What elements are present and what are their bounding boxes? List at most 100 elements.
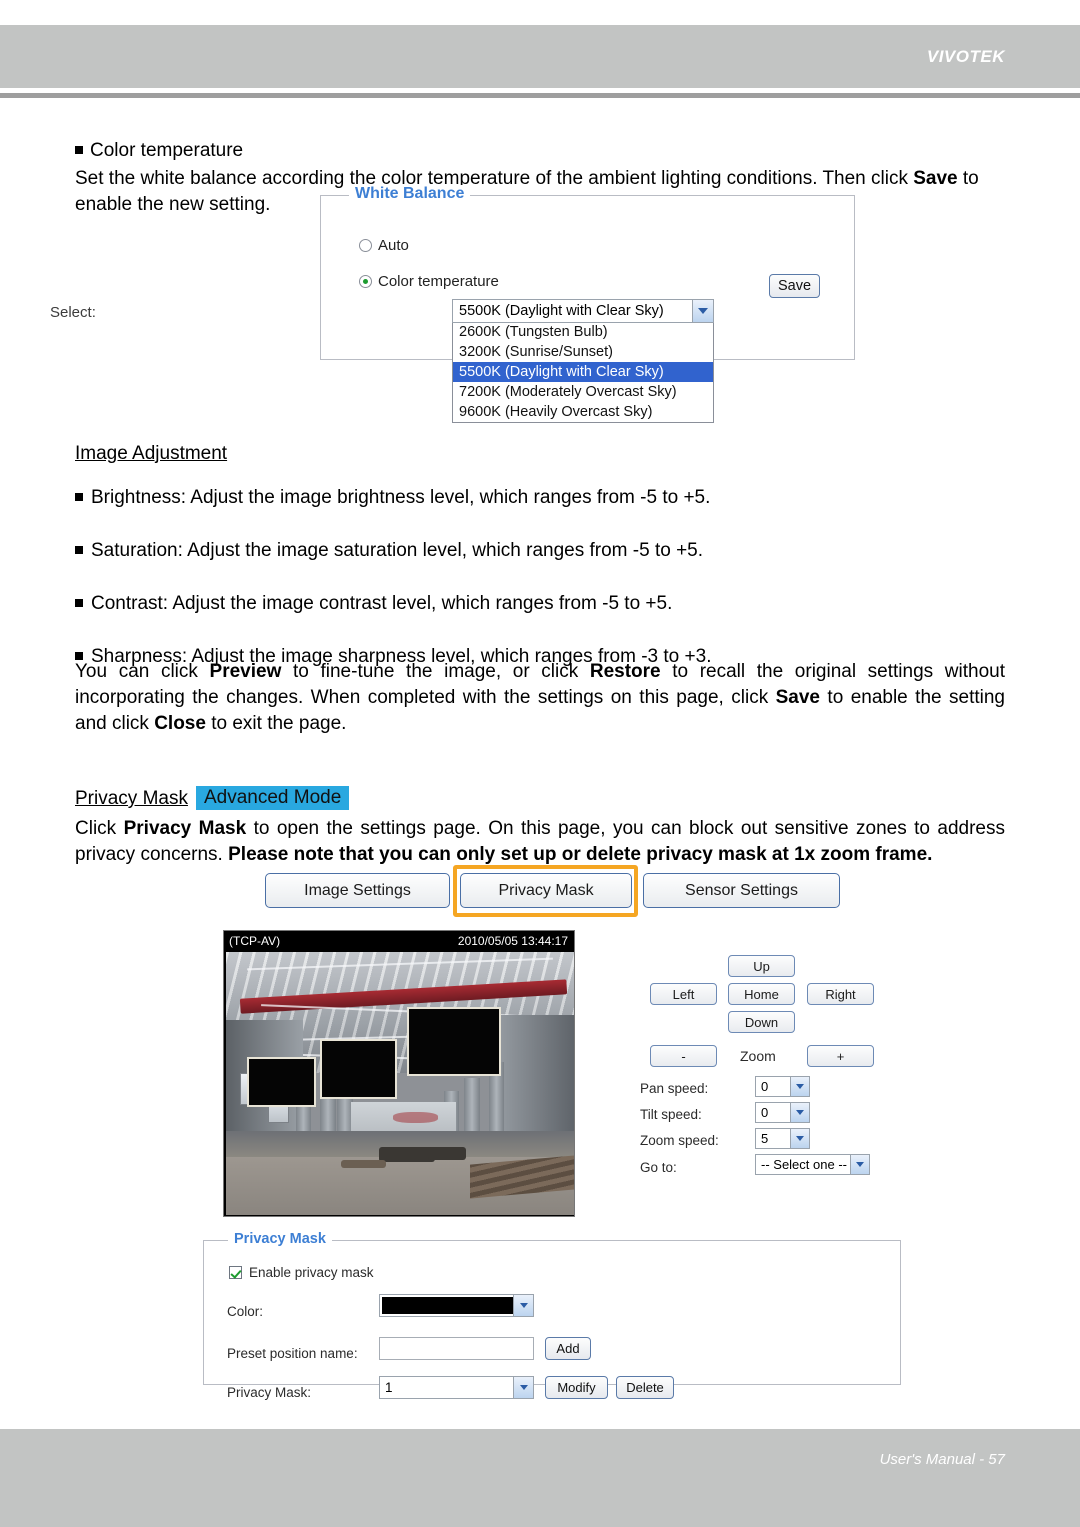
desc-part-1: Set the white balance according the colo… bbox=[75, 168, 914, 189]
para-seg-2: to fine-tune the image, or click bbox=[281, 661, 590, 682]
enable-privacy-mask-label: Enable privacy mask bbox=[249, 1265, 374, 1280]
privacy-mask-panel-legend: Privacy Mask bbox=[228, 1231, 332, 1247]
camera-overlay-bar: (TCP-AV) 2010/05/05 13:44:17 bbox=[224, 931, 574, 951]
ptz-control-panel: Up Left Home Right Down - Zoom + Pan spe… bbox=[640, 955, 890, 1185]
ptz-up-button[interactable]: Up bbox=[728, 955, 795, 977]
chevron-down-icon[interactable] bbox=[790, 1129, 809, 1148]
header-divider bbox=[0, 93, 1080, 98]
goto-select[interactable]: -- Select one -- bbox=[755, 1154, 870, 1175]
bullet-square-icon bbox=[75, 146, 83, 154]
image-adjustment-heading-wrap: Image Adjustment bbox=[75, 443, 227, 465]
para-bold-restore: Restore bbox=[589, 661, 661, 682]
mask-color-select[interactable] bbox=[379, 1294, 534, 1317]
chevron-down-icon[interactable] bbox=[513, 1377, 533, 1398]
radio-auto[interactable]: Auto bbox=[359, 237, 409, 254]
zoom-label: Zoom bbox=[740, 1048, 776, 1064]
privacy-mask-rect[interactable] bbox=[319, 1038, 397, 1100]
camera-image[interactable] bbox=[226, 952, 574, 1215]
stream-protocol-label: (TCP-AV) bbox=[229, 934, 281, 948]
preset-position-name-label: Preset position name: bbox=[227, 1346, 358, 1361]
add-preset-button[interactable]: Add bbox=[545, 1337, 591, 1360]
radio-color-temperature[interactable]: Color temperature bbox=[359, 273, 499, 290]
pm-bold-privacy-mask: Privacy Mask bbox=[123, 818, 247, 839]
bullet-saturation: Saturation: Adjust the image saturation … bbox=[75, 538, 1005, 564]
option-item[interactable]: 2600K (Tungsten Bulb) bbox=[453, 322, 713, 342]
select-label: Select: bbox=[50, 304, 96, 321]
bullet-brightness: Brightness: Adjust the image brightness … bbox=[75, 485, 1005, 511]
color-temperature-select[interactable]: 5500K (Daylight with Clear Sky) bbox=[452, 299, 714, 323]
pan-speed-label: Pan speed: bbox=[640, 1081, 709, 1096]
tab-privacy-mask[interactable]: Privacy Mask bbox=[460, 873, 632, 908]
zoom-speed-select[interactable]: 5 bbox=[755, 1128, 810, 1149]
settings-tab-bar: Image Settings Privacy Mask Sensor Setti… bbox=[265, 865, 840, 917]
image-adjustment-bullets: Brightness: Adjust the image brightness … bbox=[75, 485, 1005, 670]
camera-preview[interactable]: (TCP-AV) 2010/05/05 13:44:17 bbox=[223, 930, 575, 1217]
enable-privacy-mask-checkbox[interactable]: Enable privacy mask bbox=[229, 1265, 374, 1280]
zoom-in-button[interactable]: + bbox=[807, 1045, 874, 1067]
tab-image-settings[interactable]: Image Settings bbox=[265, 873, 450, 908]
tilt-speed-select[interactable]: 0 bbox=[755, 1102, 810, 1123]
radio-color-temperature-icon[interactable] bbox=[359, 275, 372, 288]
color-temperature-option-list[interactable]: 2600K (Tungsten Bulb) 3200K (Sunrise/Sun… bbox=[452, 322, 714, 423]
pan-speed-value: 0 bbox=[761, 1079, 769, 1094]
pan-speed-select[interactable]: 0 bbox=[755, 1076, 810, 1097]
radio-color-temperature-label: Color temperature bbox=[378, 273, 499, 290]
checkbox-checked-icon[interactable] bbox=[229, 1266, 242, 1279]
color-temperature-select-value: 5500K (Daylight with Clear Sky) bbox=[459, 303, 664, 319]
zoom-out-button[interactable]: - bbox=[650, 1045, 717, 1067]
camera-timestamp: 2010/05/05 13:44:17 bbox=[457, 934, 568, 948]
ptz-home-button[interactable]: Home bbox=[728, 983, 795, 1005]
privacy-mask-link[interactable]: Privacy Mask bbox=[75, 788, 188, 810]
option-item[interactable]: 3200K (Sunrise/Sunset) bbox=[453, 342, 713, 362]
color-swatch bbox=[382, 1297, 513, 1314]
privacy-mask-rect[interactable] bbox=[406, 1007, 501, 1076]
tilt-speed-value: 0 bbox=[761, 1105, 769, 1120]
zoom-speed-value: 5 bbox=[761, 1131, 769, 1146]
privacy-mask-select-value: 1 bbox=[385, 1380, 393, 1395]
tilt-speed-label: Tilt speed: bbox=[640, 1107, 702, 1122]
radio-auto-label: Auto bbox=[378, 237, 409, 254]
delete-mask-button[interactable]: Delete bbox=[616, 1376, 674, 1399]
ptz-left-button[interactable]: Left bbox=[650, 983, 717, 1005]
privacy-mask-paragraph-wrap: Click Privacy Mask to open the settings … bbox=[75, 816, 1005, 868]
para-seg-1: You can click bbox=[75, 661, 210, 682]
ptz-down-button[interactable]: Down bbox=[728, 1011, 795, 1033]
para-bold-close: Close bbox=[154, 713, 206, 734]
para-bold-save: Save bbox=[775, 687, 820, 708]
chevron-down-icon[interactable] bbox=[692, 300, 713, 322]
modify-mask-button[interactable]: Modify bbox=[545, 1376, 608, 1399]
bullet-contrast: Contrast: Adjust the image contrast leve… bbox=[75, 591, 1005, 617]
chevron-down-icon[interactable] bbox=[790, 1103, 809, 1122]
pm-seg-1: Click bbox=[75, 818, 124, 839]
preset-position-name-input[interactable] bbox=[379, 1337, 534, 1360]
white-balance-save-button[interactable]: Save bbox=[769, 274, 820, 298]
bullet-square-icon bbox=[75, 599, 83, 607]
para-seg-5: to exit the page. bbox=[205, 713, 347, 734]
privacy-mask-select[interactable]: 1 bbox=[379, 1376, 534, 1399]
tab-sensor-settings[interactable]: Sensor Settings bbox=[643, 873, 840, 908]
privacy-mask-paragraph: Click Privacy Mask to open the settings … bbox=[75, 816, 1005, 868]
option-item[interactable]: 9600K (Heavily Overcast Sky) bbox=[453, 402, 713, 422]
bullet-saturation-text: Saturation: Adjust the image saturation … bbox=[91, 540, 704, 561]
chevron-down-icon[interactable] bbox=[850, 1155, 869, 1174]
chevron-down-icon[interactable] bbox=[790, 1077, 809, 1096]
color-temperature-bullet: Color temperature bbox=[75, 138, 1005, 164]
chevron-down-icon[interactable] bbox=[513, 1295, 533, 1316]
preview-restore-paragraph: You can click Preview to fine-tune the i… bbox=[75, 659, 1005, 737]
privacy-mask-settings-panel: Privacy Mask Enable privacy mask Color: … bbox=[203, 1231, 901, 1400]
privacy-mask-rect[interactable] bbox=[246, 1057, 317, 1108]
desc-save-bold: Save bbox=[913, 168, 958, 189]
image-adjustment-heading: Image Adjustment bbox=[75, 443, 228, 464]
option-item-selected[interactable]: 5500K (Daylight with Clear Sky) bbox=[453, 362, 713, 382]
privacy-mask-heading-row: Privacy Mask Advanced Mode bbox=[75, 786, 1005, 810]
preview-restore-paragraph-wrap: You can click Preview to fine-tune the i… bbox=[75, 659, 1005, 737]
option-item[interactable]: 7200K (Moderately Overcast Sky) bbox=[453, 382, 713, 402]
zoom-speed-label: Zoom speed: bbox=[640, 1133, 719, 1148]
privacy-mask-list-label: Privacy Mask: bbox=[227, 1385, 312, 1400]
bullet-square-icon bbox=[75, 546, 83, 554]
ptz-right-button[interactable]: Right bbox=[807, 983, 874, 1005]
bullet-contrast-text: Contrast: Adjust the image contrast leve… bbox=[91, 593, 673, 614]
radio-auto-icon[interactable] bbox=[359, 239, 372, 252]
white-balance-legend: White Balance bbox=[349, 185, 471, 203]
vivotek-logo: VIVOTEK bbox=[926, 46, 1005, 66]
